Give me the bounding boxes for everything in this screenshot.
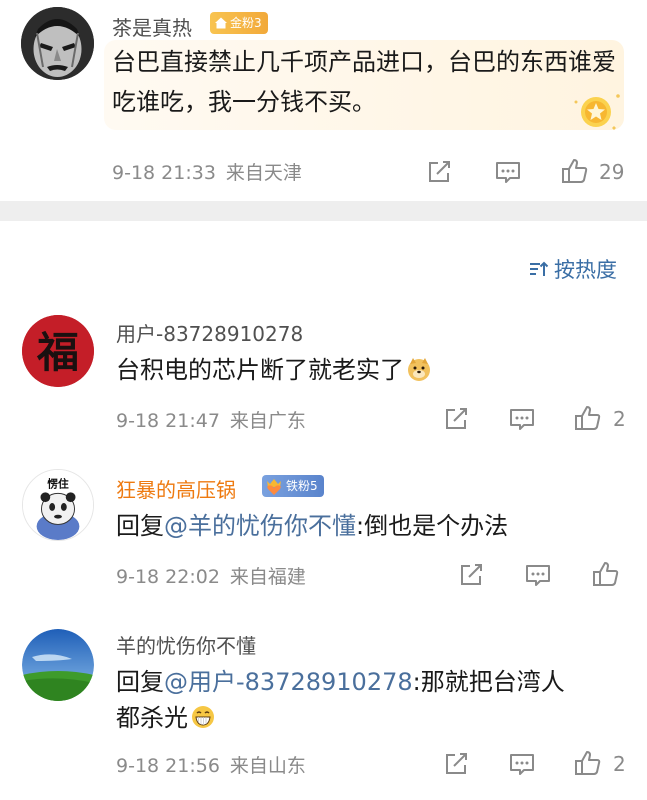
share-icon[interactable] [424, 157, 454, 187]
section-divider [0, 201, 647, 221]
share-icon[interactable] [441, 749, 471, 779]
crown-heart-icon [267, 479, 281, 495]
like-icon[interactable] [560, 156, 590, 186]
comment-text: 回复@羊的忧伤你不懂:倒也是个办法 [116, 506, 508, 546]
like-count: 29 [599, 160, 625, 184]
mention-link[interactable]: @用户-83728910278 [164, 668, 413, 696]
panda-meme-icon: 愣住 [23, 470, 93, 540]
like-count: 2 [613, 407, 626, 431]
username[interactable]: 狂暴的高压锅 [116, 474, 236, 503]
comment-body: :那就把台湾人 [412, 668, 565, 696]
sort-label: 按热度 [554, 258, 617, 282]
badge-label: 金粉3 [230, 16, 262, 30]
comment-text: 台巴直接禁止几千项产品进口，台巴的东西谁爱吃谁吃，我一分钱不买。 [112, 48, 616, 116]
badge-label: 铁粉5 [286, 479, 318, 493]
share-icon[interactable] [456, 560, 486, 590]
svg-text:福: 福 [36, 328, 79, 377]
avatar[interactable] [22, 629, 94, 701]
comment-text: 台积电的芯片断了就老实了 [116, 350, 432, 390]
comment-body: 都杀光 [116, 704, 188, 732]
comment-body: 台积电的芯片断了就老实了 [116, 356, 404, 384]
grin-emoji [192, 706, 214, 728]
comment-location: 来自天津 [225, 162, 302, 184]
doge-emoji [408, 358, 430, 381]
avatar[interactable]: 福 [22, 315, 94, 387]
comment-icon[interactable] [523, 560, 553, 590]
comment-meta: 9-18 22:02 来自福建 [116, 562, 306, 589]
like-icon[interactable] [573, 748, 603, 778]
sort-button[interactable]: 按热度 [528, 254, 617, 284]
comment-icon[interactable] [507, 749, 537, 779]
username[interactable]: 羊的忧伤你不懂 [116, 630, 256, 659]
comment-text: 回复@用户-83728910278:那就把台湾人 [116, 662, 565, 702]
comment-location: 来自山东 [229, 755, 306, 777]
comment-location: 来自福建 [229, 566, 306, 588]
comment-icon[interactable] [493, 157, 523, 187]
landscape-icon [22, 629, 94, 701]
fan-badge[interactable]: 铁粉5 [262, 475, 324, 497]
comment-meta: 9-18 21:56 来自山东 [116, 751, 306, 778]
reply-prefix: 回复 [116, 668, 164, 696]
like-icon[interactable] [573, 403, 603, 433]
reply-prefix: 回复 [116, 512, 164, 540]
comment-time: 9-18 22:02 [116, 566, 220, 588]
fan-badge[interactable]: 金粉3 [210, 12, 268, 34]
like-count: 2 [613, 752, 626, 776]
share-icon[interactable] [441, 404, 471, 434]
comment-icon[interactable] [507, 404, 537, 434]
warrior-face-icon [21, 7, 94, 80]
comment-text-continued: 都杀光 [116, 698, 216, 738]
comment-location: 来自广东 [229, 410, 306, 432]
avatar[interactable]: 愣住 [22, 469, 94, 541]
mention-link[interactable]: @羊的忧伤你不懂 [164, 512, 356, 540]
sort-lines-icon [530, 261, 549, 276]
top-comment: 茶是真热 金粉3 台巴直接禁止几千项产品进口，台巴的东西谁爱吃谁吃，我一分钱不买… [0, 0, 647, 201]
comment-time: 9-18 21:33 [112, 162, 216, 184]
avatar-caption: 愣住 [47, 478, 69, 491]
fu-character-icon: 福 [22, 315, 94, 387]
comment-meta: 9-18 21:33 来自天津 [112, 158, 302, 185]
comment-body: :倒也是个办法 [356, 512, 509, 540]
username[interactable]: 茶是真热 [112, 12, 192, 41]
like-icon[interactable] [591, 559, 621, 589]
comment-meta: 9-18 21:47 来自广东 [116, 406, 306, 433]
username[interactable]: 用户-83728910278 [116, 318, 303, 347]
avatar[interactable] [21, 7, 94, 80]
house-icon [215, 17, 227, 29]
comment-time: 9-18 21:47 [116, 410, 220, 432]
comment-time: 9-18 21:56 [116, 755, 220, 777]
